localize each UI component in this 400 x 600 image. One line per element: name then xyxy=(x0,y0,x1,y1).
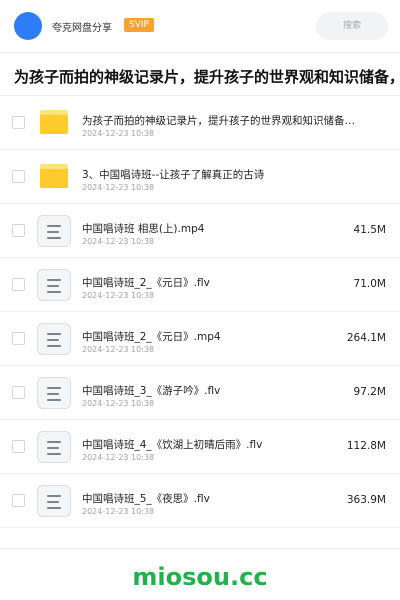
avatar[interactable] xyxy=(14,12,42,40)
document-icon xyxy=(37,323,71,355)
item-name: 中国唱诗班_2_《元日》.flv xyxy=(82,277,210,289)
item-size: 264.1M xyxy=(346,332,386,344)
row-checkbox[interactable] xyxy=(12,278,25,291)
share-title: 为孩子而拍的神级记录片，提升孩子的世界观和知识储备， xyxy=(14,68,400,86)
header-divider xyxy=(0,52,400,53)
watermark: miosou.cc xyxy=(132,563,268,591)
item-size: 97.2M xyxy=(353,386,386,398)
file-row[interactable]: 中国唱诗班_4_《饮湖上初晴后雨》.flv 2024-12-23 10:38 112… xyxy=(0,420,400,474)
item-date: 2024-12-23 10:38 xyxy=(82,237,155,246)
item-date: 2024-12-23 10:38 xyxy=(82,129,155,138)
item-date: 2024-12-23 10:38 xyxy=(82,183,155,192)
search-input[interactable] xyxy=(316,12,388,40)
file-row[interactable]: 中国唱诗班 相思(上).mp4 2024-12-23 10:38 41.5M xyxy=(0,204,400,258)
row-checkbox[interactable] xyxy=(12,170,25,183)
row-checkbox[interactable] xyxy=(12,440,25,453)
item-name: 中国唱诗班_5_《夜思》.flv xyxy=(82,493,210,505)
row-checkbox[interactable] xyxy=(12,116,25,129)
document-icon xyxy=(37,269,71,301)
item-size: 112.8M xyxy=(346,440,386,452)
folder-icon xyxy=(40,110,68,134)
app-name: 夸克网盘分享 xyxy=(52,23,112,34)
item-name: 中国唱诗班_3_《游子吟》.flv xyxy=(82,385,221,397)
item-name: 中国唱诗班_2_《元日》.mp4 xyxy=(82,331,221,343)
item-name: 3、中国唱诗班--让孩子了解真正的古诗 xyxy=(82,169,265,181)
item-date: 2024-12-23 10:38 xyxy=(82,345,155,354)
file-row[interactable]: 中国唱诗班_3_《游子吟》.flv 2024-12-23 10:38 97.2M xyxy=(0,366,400,420)
item-name: 中国唱诗班 相思(上).mp4 xyxy=(82,223,205,235)
item-size: 363.9M xyxy=(346,494,386,506)
row-checkbox[interactable] xyxy=(12,494,25,507)
item-name: 为孩子而拍的神级记录片，提升孩子的世界观和知识储备… xyxy=(82,115,355,127)
document-icon xyxy=(37,485,71,517)
item-name: 中国唱诗班_4_《饮湖上初晴后雨》.flv xyxy=(82,439,263,451)
folder-row[interactable]: 为孩子而拍的神级记录片，提升孩子的世界观和知识储备… 2024-12-23 10:… xyxy=(0,96,400,150)
document-icon xyxy=(37,215,71,247)
row-checkbox[interactable] xyxy=(12,332,25,345)
item-date: 2024-12-23 10:38 xyxy=(82,507,155,516)
row-checkbox[interactable] xyxy=(12,386,25,399)
file-row[interactable]: 中国唱诗班_2_《元日》.mp4 2024-12-23 10:38 264.1M xyxy=(0,312,400,366)
folder-row[interactable]: 3、中国唱诗班--让孩子了解真正的古诗 2024-12-23 10:38 xyxy=(0,150,400,204)
document-icon xyxy=(37,431,71,463)
folder-icon xyxy=(40,164,68,188)
item-date: 2024-12-23 10:38 xyxy=(82,291,155,300)
file-row[interactable]: 中国唱诗班_5_《夜思》.flv 2024-12-23 10:38 363.9M xyxy=(0,474,400,528)
item-size: 71.0M xyxy=(353,278,386,290)
file-row[interactable]: 中国唱诗班_2_《元日》.flv 2024-12-23 10:38 71.0M xyxy=(0,258,400,312)
row-checkbox[interactable] xyxy=(12,224,25,237)
svip-badge: SVIP xyxy=(124,18,154,32)
document-icon xyxy=(37,377,71,409)
file-list: 为孩子而拍的神级记录片，提升孩子的世界观和知识储备… 2024-12-23 10:… xyxy=(0,96,400,528)
header-bar: 夸克网盘分享 SVIP xyxy=(0,0,400,52)
item-date: 2024-12-23 10:38 xyxy=(82,453,155,462)
item-date: 2024-12-23 10:38 xyxy=(82,399,155,408)
item-size: 41.5M xyxy=(353,224,386,236)
